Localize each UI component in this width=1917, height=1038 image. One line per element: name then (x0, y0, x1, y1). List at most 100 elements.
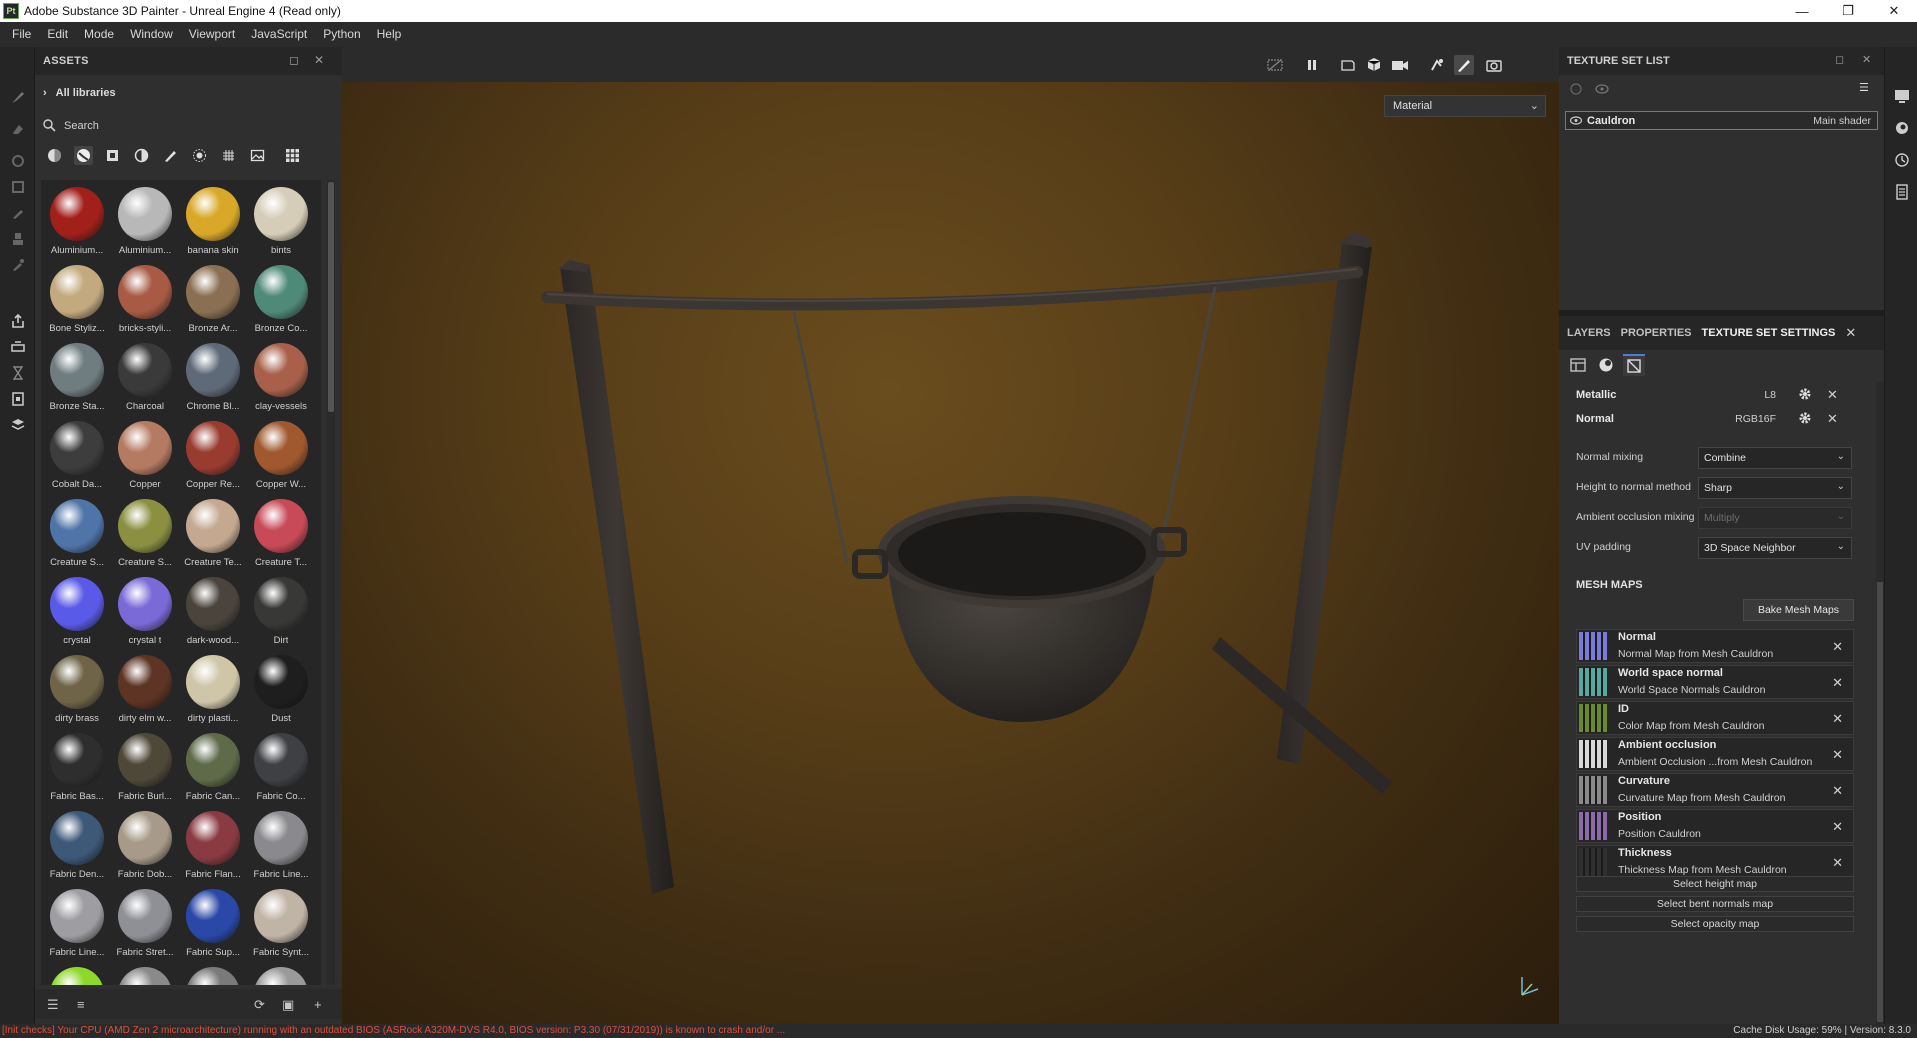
mesh-map-slot[interactable]: Position Position Cauldron ✕ (1576, 809, 1854, 843)
asset-item[interactable]: Fabric Line... (247, 808, 315, 886)
filter-brushes-icon[interactable] (161, 146, 180, 165)
camera-icon[interactable] (1390, 55, 1410, 75)
asset-item[interactable] (179, 964, 247, 985)
mesh-map-slot[interactable]: Ambient occlusion Ambient Occlusion ...fr… (1576, 737, 1854, 771)
asset-item[interactable]: banana skin (179, 184, 247, 262)
iray-icon[interactable] (8, 363, 28, 383)
menu-help[interactable]: Help (369, 22, 410, 47)
add-icon[interactable]: + (314, 997, 322, 1012)
close-panel-button[interactable]: ✕ (1862, 53, 1871, 66)
menu-viewport[interactable]: Viewport (181, 22, 243, 47)
remove-map-icon[interactable]: ✕ (1832, 783, 1843, 799)
asset-item[interactable]: Bronze Co... (247, 262, 315, 340)
grid-view-icon[interactable] (283, 146, 302, 165)
color-picker-icon[interactable] (8, 255, 28, 275)
uv-padding-select[interactable]: 3D Space Neighbor ⌄ (1698, 537, 1852, 559)
remove-map-icon[interactable]: ✕ (1832, 711, 1843, 727)
asset-item[interactable]: Bronze Sta... (43, 340, 111, 418)
filter-materials-icon[interactable] (45, 146, 64, 165)
channel-format[interactable]: RGB16F (1726, 413, 1776, 425)
close-panel-button[interactable]: ✕ (314, 53, 324, 67)
asset-item[interactable]: Copper Re... (179, 418, 247, 496)
asset-item[interactable]: Fabric Co... (247, 730, 315, 808)
asset-item[interactable]: dirty plasti... (179, 652, 247, 730)
asset-item[interactable] (111, 964, 179, 985)
menu-file[interactable]: File (4, 22, 39, 47)
menu-window[interactable]: Window (122, 22, 181, 47)
minimize-button[interactable]: — (1779, 0, 1825, 22)
shelf-icon[interactable] (8, 415, 28, 435)
tab-texture-set-settings[interactable]: TEXTURE SET SETTINGS (1702, 327, 1836, 339)
scrollbar-thumb[interactable] (328, 182, 334, 412)
visibility-icon[interactable] (1595, 83, 1609, 98)
symmetry-icon[interactable] (1427, 55, 1447, 75)
close-window-button[interactable]: ✕ (1871, 0, 1917, 22)
asset-item[interactable]: dirty elm w... (111, 652, 179, 730)
shader-settings-icon[interactable] (1893, 119, 1911, 137)
asset-item[interactable]: Creature Te... (179, 496, 247, 574)
document-icon[interactable] (8, 389, 28, 409)
bake-icon[interactable] (8, 337, 28, 357)
asset-item[interactable] (43, 964, 111, 985)
asset-item[interactable]: Fabric Line... (43, 886, 111, 964)
asset-item[interactable]: clay-vessels (247, 340, 315, 418)
gear-icon[interactable] (1798, 411, 1812, 428)
mesh-map-slot[interactable]: ID Color Map from Mesh Cauldron ✕ (1576, 701, 1854, 735)
texture-set-row[interactable]: Cauldron Main shader (1565, 111, 1878, 130)
asset-item[interactable]: Bone Styliz... (43, 262, 111, 340)
remove-map-icon[interactable]: ✕ (1832, 747, 1843, 763)
asset-item[interactable]: Creature S... (43, 496, 111, 574)
asset-item[interactable] (247, 964, 315, 985)
eraser-icon[interactable] (8, 119, 28, 139)
tab-properties[interactable]: PROPERTIES (1621, 327, 1692, 339)
asset-item[interactable]: Fabric Den... (43, 808, 111, 886)
clone-icon[interactable] (8, 229, 28, 249)
asset-item[interactable]: Copper (111, 418, 179, 496)
asset-item[interactable]: Creature S... (111, 496, 179, 574)
viewport[interactable]: Material ⌄ (342, 47, 1559, 1024)
asset-item[interactable]: Fabric Stret... (111, 886, 179, 964)
remove-channel-icon[interactable]: ✕ (1827, 411, 1838, 427)
asset-item[interactable]: dirty brass (43, 652, 111, 730)
menu-edit[interactable]: Edit (39, 22, 76, 47)
remove-map-icon[interactable]: ✕ (1832, 639, 1843, 655)
asset-item[interactable]: Fabric Dob... (111, 808, 179, 886)
restore-button[interactable]: ❐ (1825, 0, 1871, 22)
menu-python[interactable]: Python (315, 22, 368, 47)
history-icon[interactable] (1893, 151, 1911, 169)
asset-item[interactable]: dark-wood... (179, 574, 247, 652)
select-height-map-button[interactable]: Select height map (1576, 876, 1854, 892)
asset-scrollbar[interactable] (327, 180, 335, 985)
filter-filters-icon[interactable] (132, 146, 151, 165)
hide-icon[interactable] (1265, 55, 1285, 75)
remove-map-icon[interactable]: ✕ (1832, 675, 1843, 691)
filter-particles-icon[interactable] (190, 146, 209, 165)
gear-icon[interactable] (1798, 387, 1812, 404)
asset-item[interactable]: crystal t (111, 574, 179, 652)
remove-channel-icon[interactable]: ✕ (1827, 387, 1838, 403)
asset-item[interactable]: Cobalt Da... (43, 418, 111, 496)
height-to-normal-select[interactable]: Sharp ⌄ (1698, 477, 1852, 499)
list-view-icon[interactable]: ≡ (77, 997, 85, 1012)
asset-item[interactable]: Fabric Bas... (43, 730, 111, 808)
asset-item[interactable]: Dirt (247, 574, 315, 652)
menu-icon[interactable]: ☰ (1859, 81, 1869, 94)
menu-javascript[interactable]: JavaScript (243, 22, 315, 47)
mesh-maps-icon[interactable] (1623, 354, 1645, 376)
asset-item[interactable]: bricks-styli... (111, 262, 179, 340)
remove-map-icon[interactable]: ✕ (1832, 819, 1843, 835)
close-tab-icon[interactable]: ✕ (1845, 325, 1856, 341)
asset-item[interactable]: Dust (247, 652, 315, 730)
log-icon[interactable] (1893, 183, 1911, 201)
asset-item[interactable]: Fabric Sup... (179, 886, 247, 964)
screenshot-icon[interactable] (1484, 55, 1504, 75)
remove-map-icon[interactable]: ✕ (1832, 855, 1843, 871)
asset-item[interactable]: Chrome Bl... (179, 340, 247, 418)
display-settings-icon[interactable] (1893, 87, 1911, 105)
filter-smart-materials-icon[interactable] (74, 145, 93, 165)
asset-item[interactable]: bints (247, 184, 315, 262)
tab-layers[interactable]: LAYERS (1567, 327, 1611, 339)
asset-item[interactable]: Creature T... (247, 496, 315, 574)
filter-alphas-icon[interactable] (219, 146, 238, 165)
filter-list-icon[interactable]: ☰ (47, 997, 59, 1013)
